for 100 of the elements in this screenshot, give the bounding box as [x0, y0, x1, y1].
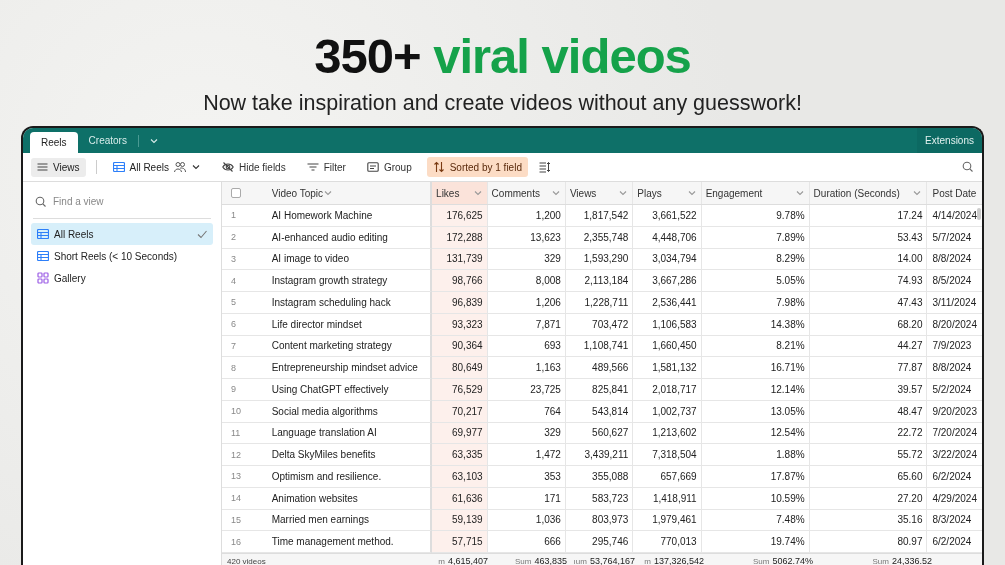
table-cell: 1,036: [487, 509, 566, 532]
row-height-icon: [538, 161, 551, 173]
table-cell: 3,439,211: [565, 444, 634, 466]
table-cell: 68.20: [809, 313, 928, 336]
table-cell: 355,088: [565, 466, 634, 488]
table-cell: 12.14%: [701, 379, 810, 401]
row-number: 9: [222, 379, 266, 401]
grid-icon: [112, 161, 125, 173]
table-cell: 12.54%: [701, 422, 810, 445]
search-icon: [962, 161, 974, 173]
chevron-down-icon: [323, 188, 334, 198]
tab[interactable]: Reels: [30, 132, 78, 153]
table-cell: 65.60: [809, 466, 928, 488]
view-item[interactable]: Short Reels (< 10 Seconds): [31, 245, 213, 267]
table-cell: 96,839: [432, 292, 488, 314]
table-cell: 7.98%: [701, 292, 810, 314]
tab[interactable]: Creators: [77, 128, 138, 153]
column-header[interactable]: Engagement: [701, 182, 810, 204]
column-header[interactable]: Views: [565, 182, 634, 204]
table-cell: 13.05%: [701, 400, 810, 423]
table-cell: 5/2/2024: [927, 379, 982, 401]
scrollbar[interactable]: [977, 208, 981, 220]
table-cell: 10.59%: [701, 487, 810, 510]
table-cell: 70,217: [432, 400, 488, 423]
chevron-down-icon: [190, 162, 201, 172]
table-cell: 47.43: [809, 292, 928, 314]
eye-slash-icon: [221, 161, 234, 173]
search-icon: [35, 195, 47, 208]
table-cell: 825,841: [565, 379, 634, 401]
table-cell: 57,715: [432, 531, 488, 553]
table-cell: 93,323: [432, 313, 488, 336]
table-cell: 39.57: [809, 379, 928, 401]
row-number: 14: [222, 487, 266, 510]
sum-label: m: [644, 556, 651, 565]
table-cell: 1,418,911: [633, 487, 702, 510]
table-cell: 329: [487, 248, 566, 271]
view-item[interactable]: Gallery: [31, 267, 213, 289]
check-icon: [197, 229, 207, 239]
subtitle: Now take inspiration and create videos without any guesswork!: [203, 90, 802, 116]
table-cell: 14.38%: [701, 313, 810, 336]
toolbar-button[interactable]: Hide fields: [215, 157, 292, 177]
group-icon: [366, 161, 379, 173]
extensions-button[interactable]: Extensions: [917, 128, 982, 153]
sum-label: Sum: [753, 556, 770, 565]
table-cell: 9.78%: [701, 205, 810, 227]
table-cell: 583,723: [565, 487, 634, 510]
sort-icon: [432, 161, 445, 173]
table-cell: 76,529: [432, 379, 488, 401]
checkbox[interactable]: [231, 188, 241, 198]
view-item[interactable]: All Reels: [31, 223, 213, 245]
chevron-down-icon: [550, 188, 561, 198]
table-cell: 7/9/2023: [927, 335, 982, 358]
table-cell: 5/7/2024: [927, 226, 982, 249]
sum-label: Sum: [872, 556, 889, 565]
row-number: 8: [222, 357, 266, 379]
table-cell: 7/20/2024: [927, 422, 982, 445]
table-cell: 3,034,794: [633, 248, 702, 271]
table-cell: 35.16: [809, 509, 928, 532]
table-cell: 90,364: [432, 335, 488, 358]
headline-text: 350+: [314, 29, 421, 83]
column-header[interactable]: Plays: [633, 182, 702, 204]
menu-icon: [37, 162, 48, 172]
chevron-down-icon: [148, 136, 159, 146]
table-cell: 74.93: [809, 270, 928, 292]
table-cell: 7,318,504: [633, 444, 702, 466]
table-cell: 3/11/2024: [927, 292, 982, 314]
table-cell: 1,979,461: [633, 509, 702, 532]
table-cell: 1,593,290: [565, 248, 634, 271]
toolbar-button[interactable]: Sorted by 1 field: [426, 157, 528, 177]
table-cell: 22.72: [809, 422, 928, 445]
column-header[interactable]: Comments: [487, 182, 566, 204]
table-cell: 4/29/2024: [927, 487, 982, 510]
table-cell: 3,667,286: [633, 270, 702, 292]
table-cell: 803,973: [565, 509, 634, 532]
column-header[interactable]: Post Date: [927, 182, 982, 204]
views-button[interactable]: Views: [31, 157, 86, 177]
table-cell: 176,625: [432, 205, 488, 227]
column-header[interactable]: Duration (Seconds): [809, 182, 928, 204]
table-cell: 543,814: [565, 400, 634, 423]
table-cell: 6/2/2024: [927, 466, 982, 488]
row-number: 7: [222, 335, 266, 358]
toolbar-button[interactable]: Group: [360, 157, 418, 177]
table-cell: 131,739: [432, 248, 488, 271]
column-header[interactable]: Likes: [432, 182, 488, 204]
table-cell: 23,725: [487, 379, 566, 401]
search-field[interactable]: Find a view: [53, 196, 193, 207]
sum-value: 53,764,167: [589, 556, 635, 565]
view-selector[interactable]: All Reels: [106, 157, 207, 177]
sum-value: 24,336.52: [891, 556, 932, 565]
table-cell: 7.89%: [701, 226, 810, 249]
table-cell: 17.24: [809, 205, 928, 227]
table-cell: 80,649: [432, 357, 488, 379]
chevron-down-icon: [472, 188, 483, 198]
table-cell: 8.29%: [701, 248, 810, 271]
table-cell: 14.00: [809, 248, 928, 271]
sum-label: m: [438, 556, 445, 565]
table-cell: 1,472: [487, 444, 566, 466]
toolbar-button[interactable]: Filter: [300, 157, 352, 177]
table-cell: 2,536,441: [633, 292, 702, 314]
row-number: 1: [222, 205, 266, 227]
